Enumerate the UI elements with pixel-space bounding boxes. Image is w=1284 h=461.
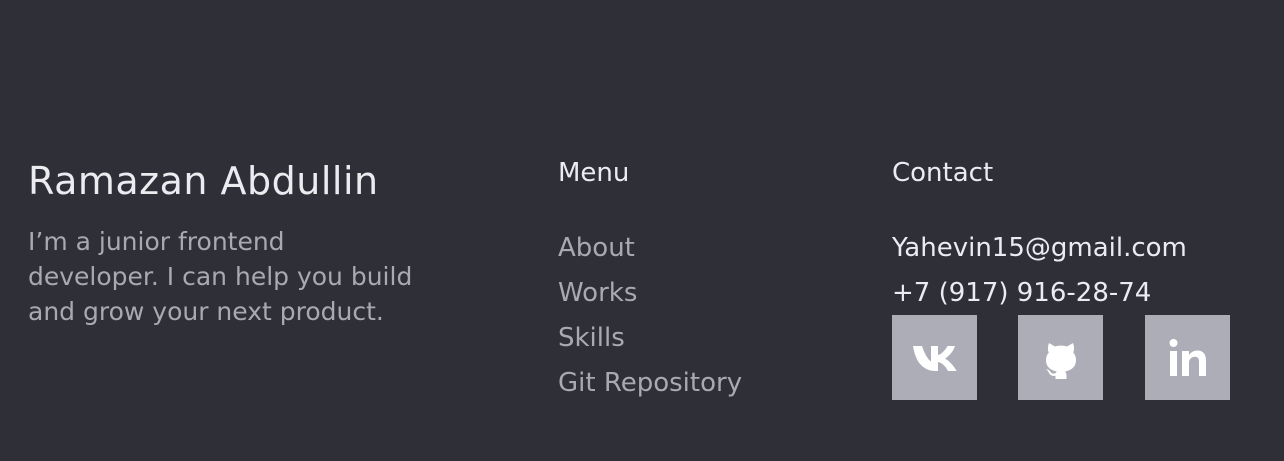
vk-icon — [910, 343, 960, 373]
menu-link-skills[interactable]: Skills — [558, 323, 625, 353]
menu-link-about[interactable]: About — [558, 233, 635, 263]
author-bio: I’m a junior frontend developer. I can h… — [28, 227, 413, 326]
vk-button[interactable] — [892, 315, 977, 400]
contact-heading: Contact — [892, 158, 994, 188]
github-button[interactable] — [1018, 315, 1103, 400]
menu-item-git-repository: Git Repository — [558, 361, 742, 406]
contact-list: Yahevin15@gmail.com +7 (917) 916-28-74 — [892, 226, 1187, 316]
menu-link-works[interactable]: Works — [558, 278, 637, 308]
linkedin-button[interactable] — [1145, 315, 1230, 400]
footer-menu: Menu About Works Skills Git Repository — [558, 156, 742, 406]
author-name: Ramazan Abdullin — [28, 159, 379, 203]
github-icon — [1043, 337, 1079, 379]
linkedin-icon — [1168, 338, 1208, 378]
about-section: Ramazan Abdullin I’m a junior frontend d… — [28, 156, 448, 329]
contact-section: Contact Yahevin15@gmail.com +7 (917) 916… — [892, 156, 1187, 316]
menu-list: About Works Skills Git Repository — [558, 226, 742, 406]
menu-item-about: About — [558, 226, 742, 271]
menu-link-git-repository[interactable]: Git Repository — [558, 368, 742, 398]
menu-heading: Menu — [558, 158, 630, 188]
social-links — [892, 315, 1230, 400]
email-link[interactable]: Yahevin15@gmail.com — [892, 226, 1187, 271]
site-footer: Ramazan Abdullin I’m a junior frontend d… — [0, 0, 1284, 461]
menu-item-works: Works — [558, 271, 742, 316]
menu-item-skills: Skills — [558, 316, 742, 361]
phone-link[interactable]: +7 (917) 916-28-74 — [892, 271, 1187, 316]
